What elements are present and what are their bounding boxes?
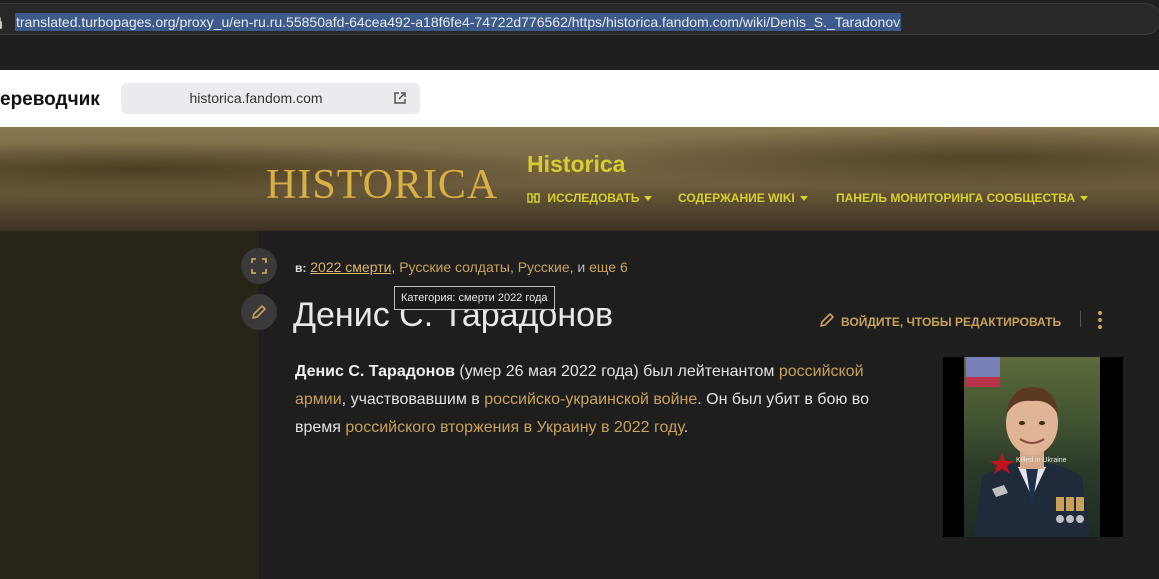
text-segment: (умер 26 мая 2022 года) был лейтенантом [454, 363, 779, 380]
site-logo[interactable]: HISTORICA [266, 161, 498, 209]
link-2022-invasion[interactable]: российского вторжения в Украину в 2022 г… [345, 419, 683, 436]
nav-community-panel[interactable]: ПАНЕЛЬ МОНИТОРИНГА СООБЩЕСТВА [836, 191, 1088, 207]
more-categories-link[interactable]: еще 6 [589, 259, 628, 275]
category-link[interactable]: 2022 смерти [310, 259, 391, 275]
category-list: в: 2022 смерти, Русские солдаты, Русские… [295, 259, 628, 275]
pencil-icon [820, 313, 834, 327]
address-bar[interactable]: translated.turbopages.org/proxy_u/en-ru.… [0, 3, 1159, 35]
external-link-icon[interactable] [393, 91, 407, 105]
link-russo-ukrainian-war[interactable]: российско-украинской войне [484, 391, 697, 408]
subject-name: Денис С. Тарадонов [295, 363, 455, 380]
chevron-down-icon [1080, 196, 1088, 202]
address-url[interactable]: translated.turbopages.org/proxy_u/en-ru.… [15, 13, 902, 31]
browser-toolbar: translated.turbopages.org/proxy_u/en-ru.… [0, 0, 1159, 70]
login-to-edit-link[interactable]: ВОЙДИТЕ, ЧТОБЫ РЕДАКТИРОВАТЬ [818, 311, 1061, 329]
wiki-header: HISTORICA Historica ИССЛЕДОВАТЬ СОДЕРЖАН… [0, 127, 1159, 231]
nav-explore-label: ИССЛЕДОВАТЬ [547, 191, 640, 205]
translator-title: ереводчик [0, 89, 100, 110]
categories-and: , и [569, 259, 590, 275]
chevron-down-icon [799, 196, 808, 202]
category-tooltip: Категория: смерти 2022 года [394, 286, 555, 310]
pencil-icon [252, 305, 266, 319]
portrait-photo: Killed in Ukraine [964, 357, 1100, 537]
left-rail [0, 231, 259, 579]
translated-domain: historica.fandom.com [189, 90, 323, 106]
chevron-down-icon [644, 196, 653, 202]
article-intro: Денис С. Тарадонов (умер 26 мая 2022 год… [295, 358, 915, 442]
text-segment: , участвовавшим в [341, 391, 485, 408]
login-to-edit-label: ВОЙДИТЕ, ЧТОБЫ РЕДАКТИРОВАТЬ [841, 315, 1062, 329]
more-actions-icon[interactable] [1098, 311, 1104, 329]
category-link[interactable]: Русские солдаты [399, 259, 510, 275]
text-segment: . [683, 419, 689, 436]
compass-icon [527, 193, 540, 203]
translated-domain-field[interactable]: historica.fandom.com [121, 83, 420, 114]
fullscreen-button[interactable] [241, 248, 277, 284]
image-watermark: Killed in Ukraine [1016, 457, 1067, 464]
category-link[interactable]: Русские [518, 259, 570, 275]
nav-community-panel-label: ПАНЕЛЬ МОНИТОРИНГА СООБЩЕСТВА [836, 191, 1075, 205]
nav-explore[interactable]: ИССЛЕДОВАТЬ [527, 191, 653, 207]
soldier-portrait-icon [966, 357, 1090, 537]
nav-wiki-content-label: СОДЕРЖАНИЕ WIKI [678, 191, 795, 205]
site-name[interactable]: Historica [527, 151, 625, 178]
lock-icon [0, 16, 2, 29]
infobox-image[interactable]: Killed in Ukraine [943, 357, 1123, 537]
nav-wiki-content[interactable]: СОДЕРЖАНИЕ WIKI [678, 191, 808, 207]
categories-label: в: [295, 261, 307, 275]
divider [1080, 311, 1081, 327]
edit-button[interactable] [241, 294, 277, 330]
expand-icon [251, 258, 267, 274]
